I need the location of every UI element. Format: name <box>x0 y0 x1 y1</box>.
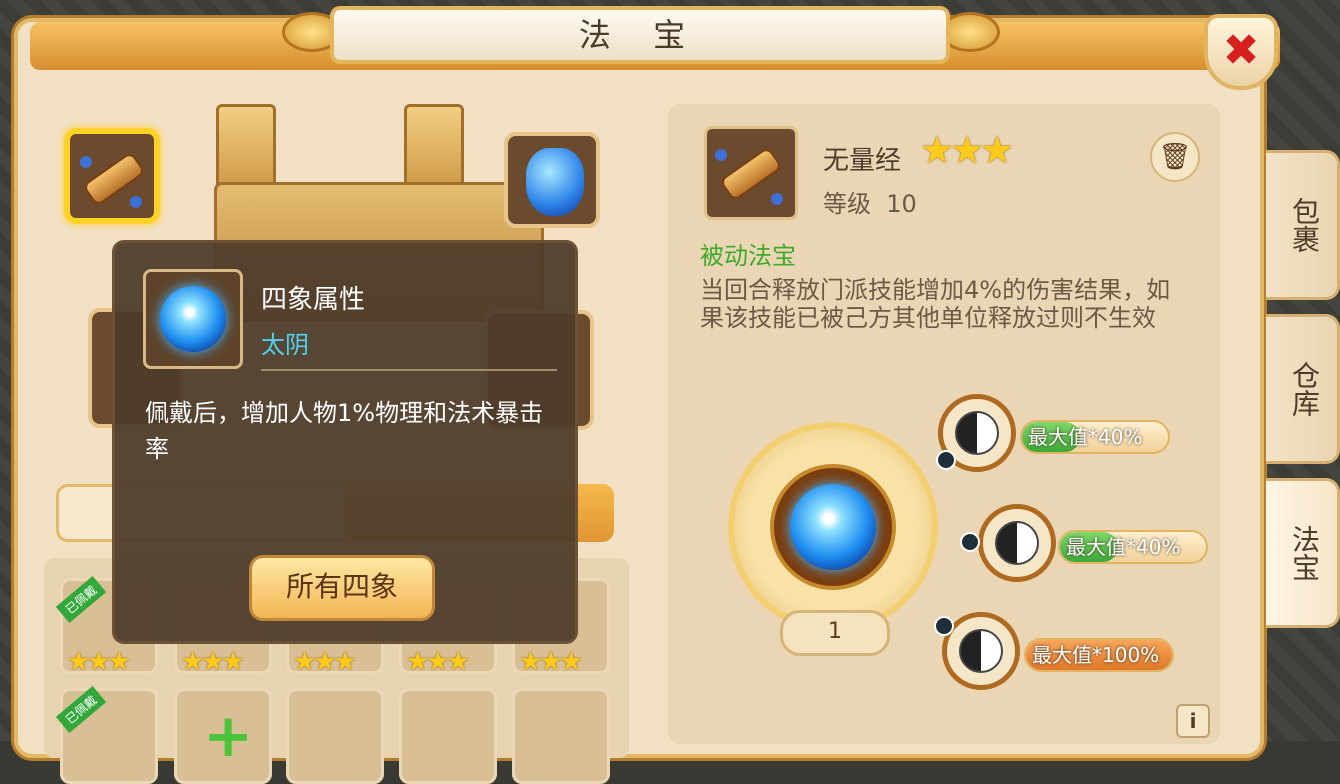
detail-description: 当回合释放门派技能增加4%的伤害结果，如果该技能已被己方其他单位释放过则不生效 <box>700 276 1171 332</box>
blue-gem-icon <box>526 148 584 216</box>
empty-cell[interactable] <box>286 688 384 784</box>
side-tab-warehouse[interactable]: 仓库 <box>1266 314 1340 464</box>
side-tab-bag[interactable]: 包裹 <box>1266 150 1340 300</box>
detail-item-icon <box>704 126 798 220</box>
detail-level: 等级 10 <box>823 184 917 219</box>
worn-tag: 已佩戴 <box>55 576 107 623</box>
info-button[interactable]: i <box>1176 704 1210 738</box>
trash-icon[interactable]: 🗑 <box>1150 132 1200 182</box>
detail-panel: 无量经 ★★★ 等级 10 🗑 被动法宝 当回合释放门派技能增加4%的伤害结果，… <box>668 104 1220 744</box>
bead-icon <box>130 196 142 208</box>
divider <box>261 369 557 371</box>
side-tab-treasure[interactable]: 法宝 <box>1266 478 1340 628</box>
bead-icon <box>80 156 92 168</box>
attribute-bar: 最大值*40% <box>1020 420 1170 454</box>
empty-cell[interactable] <box>399 688 497 784</box>
tooltip-icon-frame <box>143 269 243 369</box>
bead-icon <box>771 193 783 205</box>
attribute-label: 最大值*40% <box>1066 535 1181 559</box>
detail-type: 被动法宝 <box>700 242 796 270</box>
attribute-bar: 最大值*100% <box>1024 638 1174 672</box>
all-four-symbols-button[interactable]: 所有四象 <box>249 555 435 621</box>
tooltip-description: 佩戴后，增加人物1%物理和法术暴击率 <box>145 399 544 463</box>
item-stars: ★★★ <box>519 647 583 677</box>
yinyang-symbol <box>995 521 1039 565</box>
equip-slot-gem[interactable] <box>504 132 600 228</box>
page-title: 法 宝 <box>330 6 950 64</box>
blue-orb-icon <box>160 286 226 352</box>
tooltip-name: 四象属性 <box>261 285 366 315</box>
bead-icon <box>715 149 727 161</box>
plus-icon: + <box>203 701 254 771</box>
attribute-wheel[interactable] <box>728 422 938 632</box>
item-stars: ★★★ <box>67 647 131 677</box>
item-tooltip: 四象属性 太阴 佩戴后，增加人物1%物理和法术暴击率 所有四象 <box>112 240 578 644</box>
worn-tag: 已佩戴 <box>55 686 107 733</box>
yinyang-icon[interactable] <box>978 504 1056 582</box>
attribute-label: 最大值*40% <box>1028 425 1143 449</box>
title-bar: 法 宝 <box>0 0 1340 80</box>
detail-name: 无量经 <box>823 146 902 176</box>
empty-cell[interactable] <box>512 688 610 784</box>
socket-dot <box>936 450 956 470</box>
blue-orb-icon <box>790 484 876 570</box>
yinyang-symbol <box>959 629 1003 673</box>
item-stars: ★★★ <box>293 647 357 677</box>
socket-dot <box>934 616 954 636</box>
item-stars: ★★★ <box>181 647 245 677</box>
level-value: 10 <box>886 190 917 218</box>
wheel-core <box>770 464 896 590</box>
detail-stars: ★★★ <box>920 128 1014 172</box>
attribute-label: 最大值*100% <box>1032 643 1160 667</box>
level-label: 等级 <box>823 190 871 218</box>
equip-slot-scroll[interactable] <box>64 128 160 224</box>
socket-dot <box>960 532 980 552</box>
wheel-badge: 1 <box>780 610 890 656</box>
add-item-cell[interactable]: + <box>174 688 272 784</box>
yinyang-symbol <box>955 411 999 455</box>
attribute-bar: 最大值*40% <box>1058 530 1208 564</box>
close-button[interactable]: ✖ <box>1204 14 1278 90</box>
tooltip-subtitle: 太阴 <box>261 331 309 359</box>
item-cell[interactable]: 已佩戴 <box>55 686 158 784</box>
item-stars: ★★★ <box>406 647 470 677</box>
